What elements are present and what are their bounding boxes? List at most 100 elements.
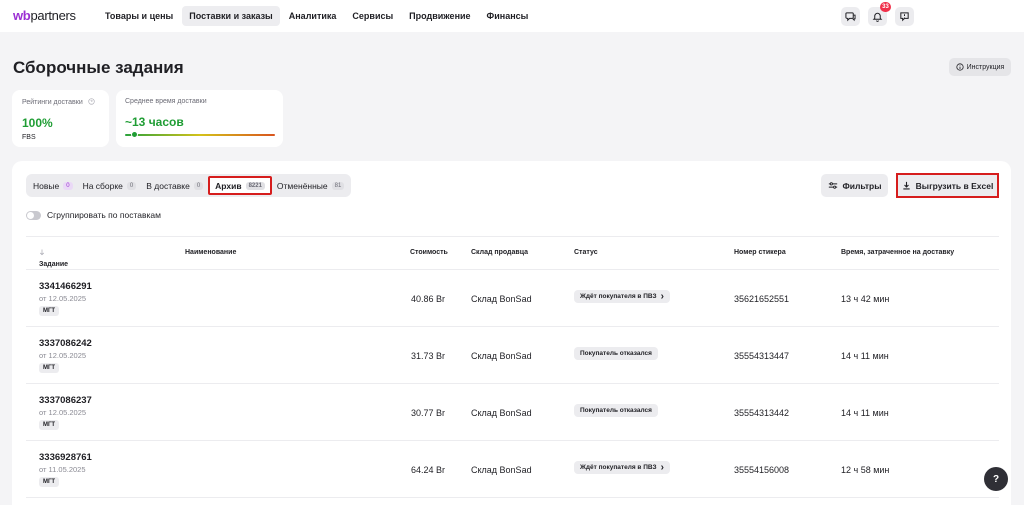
status-text: Ждёт покупателя в ПВЗ	[580, 464, 657, 471]
task-warehouse: Склад BonSad	[471, 408, 532, 418]
feedback-icon[interactable]	[895, 7, 914, 26]
orders-table: Задание Наименование Стоимость Склад про…	[26, 236, 999, 498]
group-toggle-label: Сгруппировать по поставкам	[47, 210, 161, 220]
instruction-button[interactable]: Инструкция	[949, 58, 1011, 76]
page-title: Сборочные задания	[13, 58, 184, 77]
col-time: Время, затраченное на доставку	[841, 249, 955, 256]
task-date: от 12.05.2025	[39, 408, 87, 417]
tab-delivery-label: В доставке	[146, 180, 190, 191]
task-id[interactable]: 3337086242	[39, 338, 92, 349]
tab-archive[interactable]: Архив 8221	[208, 176, 272, 195]
avg-delivery-time-card: Среднее время доставки ~13 часов	[116, 90, 283, 147]
task-tag: МГТ	[39, 420, 60, 430]
task-delivery-time: 14 ч 11 мин	[841, 408, 889, 418]
table-row[interactable]: 3337086237 от 12.05.2025 МГТ 30.77 Br Ск…	[26, 384, 999, 441]
tab-archive-count: 8221	[245, 181, 265, 190]
tab-new-label: Новые	[33, 180, 60, 191]
rating-label: Рейтинги доставки	[22, 98, 99, 106]
instruction-label: Инструкция	[966, 63, 1005, 71]
task-sticker: 35554156008	[734, 465, 790, 475]
tab-cancelled-label: Отменённые	[276, 180, 328, 191]
delivery-time-marker	[131, 131, 138, 138]
col-task[interactable]: Задание	[39, 249, 68, 268]
chat-icon[interactable]	[841, 7, 860, 26]
nav-supplies-orders[interactable]: Поставки и заказы	[182, 6, 280, 26]
tab-new-count: 0	[63, 181, 73, 190]
sort-down-icon	[39, 249, 45, 256]
orders-panel: Новые 0 На сборке 0 В доставке 0 Архив 8221 …	[12, 161, 1011, 505]
rating-sub: FBS	[22, 134, 36, 141]
tab-assembly-label: На сборке	[82, 180, 123, 191]
task-price: 40.86 Br	[411, 294, 446, 304]
bell-icon[interactable]: 33	[868, 2, 891, 26]
delivery-time-label: Среднее время доставки	[125, 98, 207, 105]
status-text: Покупатель отказался	[580, 407, 652, 414]
task-sticker: 35554313447	[734, 351, 790, 361]
task-id[interactable]: 3336928761	[39, 452, 92, 463]
task-price: 31.73 Br	[411, 351, 446, 361]
nav-analytics[interactable]: Аналитика	[282, 6, 344, 26]
nav-products-prices[interactable]: Товары и цены	[98, 6, 180, 26]
status-badge: Покупатель отказался	[574, 404, 658, 417]
filters-label: Фильтры	[842, 180, 882, 191]
nav-finance[interactable]: Финансы	[480, 6, 536, 26]
col-status: Статус	[574, 249, 598, 256]
header-actions: 33	[841, 2, 914, 26]
task-delivery-time: 13 ч 42 мин	[841, 294, 890, 304]
table-row[interactable]: 3336928761 от 11.05.2025 МГТ 64.24 Br Ск…	[26, 441, 999, 498]
nav-services[interactable]: Сервисы	[345, 6, 400, 26]
task-tag: МГТ	[39, 477, 60, 487]
task-sticker: 35621652551	[734, 294, 790, 304]
wb-partners-logo[interactable]: wbpartners	[13, 8, 76, 23]
help-button[interactable]: ?	[984, 467, 1008, 491]
logo-wb-text: wb	[13, 8, 31, 23]
table-row[interactable]: 3341466291 от 12.05.2025 МГТ 40.86 Br Ск…	[26, 270, 999, 327]
col-name: Наименование	[185, 249, 237, 256]
col-price: Стоимость	[410, 249, 448, 256]
status-text: Ждёт покупателя в ПВЗ	[580, 293, 657, 300]
rating-value: 100%	[22, 116, 53, 130]
task-id[interactable]: 3337086237	[39, 395, 92, 406]
download-icon	[903, 181, 910, 190]
tab-cancelled[interactable]: Отменённые 81	[272, 176, 349, 195]
task-tag: МГТ	[39, 363, 60, 373]
tab-delivery-count: 0	[193, 181, 204, 190]
status-text: Покупатель отказался	[580, 350, 652, 357]
status-badge: Покупатель отказался	[574, 347, 658, 360]
task-price: 30.77 Br	[411, 408, 446, 418]
chevron-right-icon: ›	[660, 291, 664, 302]
filters-button[interactable]: Фильтры	[821, 174, 888, 197]
task-date: от 11.05.2025	[39, 465, 86, 474]
status-tabs: Новые 0 На сборке 0 В доставке 0 Архив 8221 …	[26, 174, 352, 197]
delivery-time-value: ~13 часов	[125, 115, 184, 129]
logo-partners-text: partners	[30, 8, 76, 23]
task-date: от 12.05.2025	[39, 351, 87, 360]
group-toggle-switch[interactable]	[26, 210, 41, 220]
col-task-label: Задание	[39, 261, 69, 268]
task-sticker: 35554313442	[734, 408, 790, 418]
tab-new[interactable]: Новые 0	[28, 176, 78, 195]
help-circle-icon[interactable]	[88, 98, 95, 105]
tab-assembly[interactable]: На сборке 0	[78, 176, 142, 195]
rating-label-text: Рейтинги доставки	[22, 99, 83, 106]
col-sticker: Номер стикера	[734, 249, 786, 256]
tab-cancelled-count: 81	[331, 181, 345, 190]
delivery-time-scale	[125, 134, 275, 136]
sliders-icon	[828, 182, 837, 189]
top-navigation: wbpartners Товары и цены Поставки и зака…	[0, 0, 1024, 32]
table-header: Задание Наименование Стоимость Склад про…	[26, 237, 999, 270]
export-label: Выгрузить в Excel	[915, 180, 994, 191]
task-delivery-time: 12 ч 58 мин	[841, 465, 890, 475]
delivery-rating-card: Рейтинги доставки 100% FBS	[12, 90, 109, 147]
status-badge[interactable]: Ждёт покупателя в ПВЗ ›	[574, 290, 670, 303]
export-excel-button[interactable]: Выгрузить в Excel	[896, 173, 999, 198]
table-row[interactable]: 3337086242 от 12.05.2025 МГТ 31.73 Br Ск…	[26, 327, 999, 384]
tab-delivery[interactable]: В доставке 0	[141, 176, 208, 195]
task-id[interactable]: 3341466291	[39, 281, 92, 292]
status-badge[interactable]: Ждёт покупателя в ПВЗ ›	[574, 461, 670, 474]
task-warehouse: Склад BonSad	[471, 294, 532, 304]
task-delivery-time: 14 ч 11 мин	[841, 351, 889, 361]
nav-promotion[interactable]: Продвижение	[402, 6, 477, 26]
main-menu: Товары и цены Поставки и заказы Аналитик…	[98, 6, 535, 26]
tab-archive-label: Архив	[215, 180, 242, 191]
